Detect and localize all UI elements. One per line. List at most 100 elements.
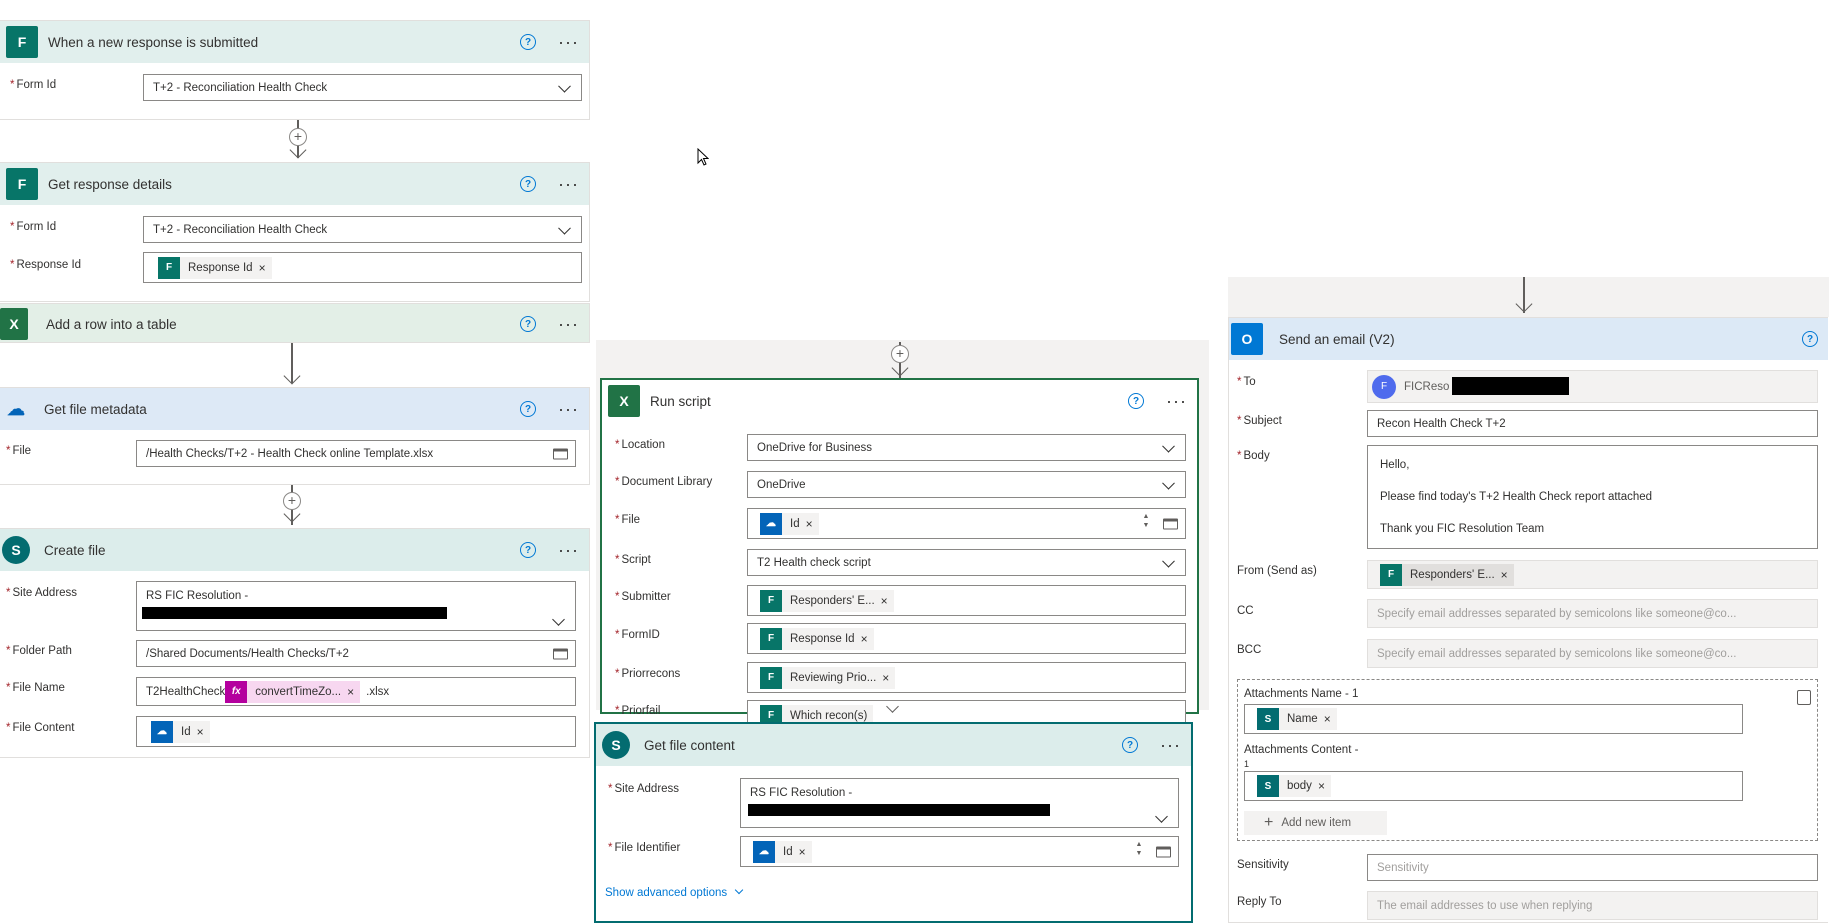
get-response-card[interactable]: F Get response details ? ··· * Form Id T+… [0, 162, 590, 302]
forms-trigger-card[interactable]: F When a new response is submitted ? ···… [0, 20, 590, 120]
file-field[interactable]: ☁ Id × ▲ ▼ [747, 508, 1186, 539]
more-options-icon[interactable]: ··· [558, 400, 579, 418]
help-icon[interactable]: ? [520, 176, 537, 192]
file-identifier-field[interactable]: ☁ Id × ▲ ▼ [740, 836, 1179, 867]
dynamic-token[interactable]: ☁ Id × [151, 720, 210, 743]
script-dropdown[interactable]: T2 Health check script [747, 549, 1186, 576]
add-row-header[interactable]: X Add a row into a table ? ··· [0, 304, 589, 344]
site-address-dropdown[interactable]: RS FIC Resolution - [740, 778, 1179, 828]
remove-token-icon[interactable]: × [806, 517, 819, 531]
attachments-name-field[interactable]: S Name × [1244, 704, 1743, 734]
card-title: Add a row into a table [46, 316, 177, 332]
bcc-field[interactable]: Specify email addresses separated by sem… [1367, 639, 1818, 668]
file-metadata-card[interactable]: ☁ Get file metadata ? ··· * File /Health … [0, 387, 590, 485]
send-email-card[interactable]: O Send an email (V2) ? * To F FICReso * Su… [1228, 317, 1828, 923]
forms-token-icon: F [1380, 563, 1402, 586]
attachments-content-field[interactable]: Sbody × [1244, 771, 1743, 801]
remove-token-icon[interactable]: × [1324, 712, 1337, 726]
stepper-icon[interactable]: ▲ ▼ [1134, 840, 1144, 862]
get-file-content-card[interactable]: S Get file content ? ··· * Site Address R… [594, 722, 1193, 923]
remove-token-icon[interactable]: × [882, 671, 895, 685]
run-script-header[interactable]: X Run script ? ··· [602, 380, 1197, 422]
create-file-card[interactable]: S Create file ? ··· * Site Address RS FIC… [0, 528, 590, 758]
create-file-header[interactable]: S Create file ? ··· [0, 529, 589, 571]
sensitivity-field[interactable]: Sensitivity [1367, 854, 1818, 881]
more-options-icon[interactable]: ··· [558, 33, 579, 51]
site-address-dropdown[interactable]: RS FIC Resolution - [136, 581, 576, 631]
remove-token-icon[interactable]: × [197, 725, 210, 739]
folder-icon[interactable] [1156, 846, 1171, 857]
expression-token[interactable]: fx convertTimeZo... × [225, 680, 361, 703]
cc-field[interactable]: Specify email addresses separated by sem… [1367, 599, 1818, 628]
send-email-header[interactable]: O Send an email (V2) ? [1229, 318, 1828, 360]
file-label: * File [615, 514, 641, 526]
document-library-dropdown[interactable]: OneDrive [747, 471, 1186, 498]
file-content-field[interactable]: ☁ Id × [136, 716, 576, 747]
remove-token-icon[interactable]: × [861, 632, 874, 646]
dynamic-token[interactable]: ☁ Id × [760, 512, 819, 535]
more-options-icon[interactable]: ··· [558, 541, 579, 559]
subject-field[interactable]: Recon Health Check T+2 [1367, 410, 1818, 437]
file-name-field[interactable]: T2HealthCheck fx convertTimeZo... × .xlsx [136, 677, 576, 706]
dynamic-token[interactable]: F Reviewing Prio... × [760, 666, 896, 689]
body-editor[interactable]: Hello, Please find today's T+2 Health Ch… [1367, 445, 1818, 549]
location-label: * Location [615, 439, 665, 451]
forms-token-icon: F [760, 589, 782, 612]
folder-icon[interactable] [553, 448, 568, 459]
show-advanced-options-link[interactable]: Show advanced options [605, 885, 744, 899]
forms-trigger-header[interactable]: F When a new response is submitted ? ··· [0, 21, 589, 63]
reply-to-field[interactable]: The email addresses to use when replying [1367, 891, 1818, 920]
remove-token-icon[interactable]: × [1501, 568, 1514, 582]
from-field[interactable]: F Responders' E... × [1367, 560, 1818, 589]
formid-field[interactable]: F Response Id × [747, 623, 1186, 654]
dynamic-token[interactable]: F Responders' E... × [1380, 563, 1514, 586]
add-new-item-button[interactable]: + Add new item [1244, 811, 1387, 835]
form-id-dropdown[interactable]: T+2 - Reconciliation Health Check [143, 74, 582, 101]
run-script-card[interactable]: X Run script ? ··· * Location OneDrive fo… [600, 378, 1199, 731]
switch-to-text-icon[interactable] [1797, 690, 1811, 705]
help-icon[interactable]: ? [1128, 393, 1145, 409]
body-line: Thank you FIC Resolution Team [1380, 523, 1545, 535]
plus-icon: + [1264, 814, 1274, 831]
form-id-dropdown[interactable]: T+2 - Reconciliation Health Check [143, 216, 582, 243]
dynamic-token[interactable]: F Response Id × [760, 627, 874, 650]
attachments-section: Attachments Name - 1 S Name × Attachments … [1237, 679, 1818, 841]
priorrecons-field[interactable]: F Reviewing Prio... × [747, 662, 1186, 693]
remove-token-icon[interactable]: × [881, 594, 894, 608]
folder-path-field[interactable]: /Shared Documents/Health Checks/T+2 [136, 640, 576, 667]
stepper-icon[interactable]: ▲ ▼ [1141, 512, 1151, 534]
chevron-down-icon [735, 885, 744, 895]
submitter-field[interactable]: F Responders' E... × [747, 585, 1186, 616]
more-options-icon[interactable]: ··· [558, 175, 579, 193]
remove-token-icon[interactable]: × [1318, 779, 1331, 793]
remove-token-icon[interactable]: × [799, 845, 812, 859]
folder-icon[interactable] [1163, 518, 1178, 529]
to-field[interactable]: F FICReso [1367, 370, 1818, 403]
get-response-header[interactable]: F Get response details ? ··· [0, 163, 589, 205]
help-icon[interactable]: ? [1802, 331, 1818, 347]
more-options-icon[interactable]: ··· [558, 315, 579, 333]
help-icon[interactable]: ? [520, 316, 537, 332]
remove-token-icon[interactable]: × [347, 685, 360, 699]
dynamic-token[interactable]: Sbody × [1257, 775, 1331, 797]
help-icon[interactable]: ? [520, 34, 537, 50]
dynamic-token[interactable]: S Name × [1257, 708, 1337, 730]
dynamic-token[interactable]: F Response Id × [158, 256, 272, 279]
location-dropdown[interactable]: OneDrive for Business [747, 434, 1186, 461]
help-icon[interactable]: ? [520, 401, 537, 417]
more-options-icon[interactable]: ··· [1160, 736, 1181, 754]
remove-token-icon[interactable]: × [259, 261, 272, 275]
file-metadata-header[interactable]: ☁ Get file metadata ? ··· [0, 388, 589, 430]
dynamic-token[interactable]: ☁ Id × [753, 840, 812, 863]
folder-icon[interactable] [553, 648, 568, 659]
card-title: Run script [650, 393, 711, 409]
add-row-card[interactable]: X Add a row into a table ? ··· [0, 303, 590, 343]
more-options-icon[interactable]: ··· [1166, 392, 1187, 410]
help-icon[interactable]: ? [520, 542, 537, 558]
file-path-field[interactable]: /Health Checks/T+2 - Health Check online… [136, 440, 576, 467]
response-id-field[interactable]: F Response Id × [143, 252, 582, 283]
cc-label: CC [1237, 605, 1254, 617]
help-icon[interactable]: ? [1122, 737, 1139, 753]
dynamic-token[interactable]: F Responders' E... × [760, 589, 894, 612]
get-file-content-header[interactable]: S Get file content ? ··· [596, 724, 1191, 766]
